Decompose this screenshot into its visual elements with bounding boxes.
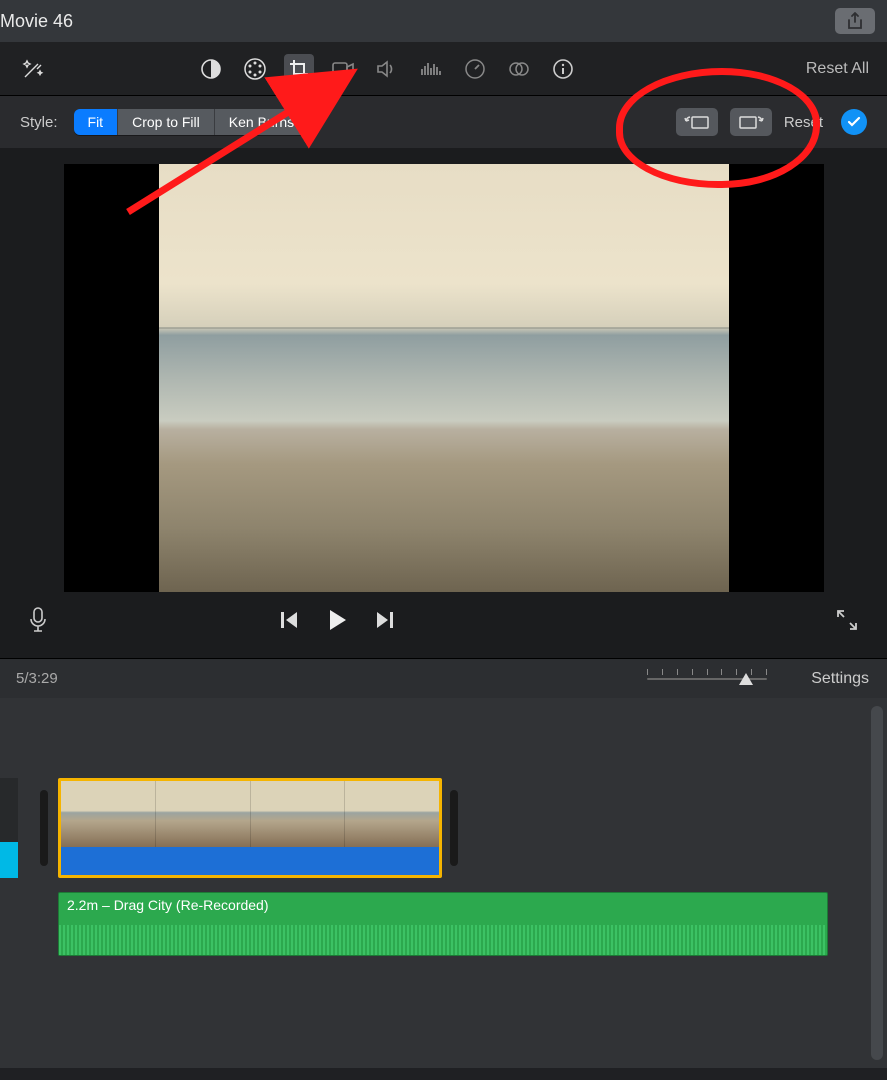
style-crop-to-fill-button[interactable]: Crop to Fill — [118, 109, 215, 135]
volume-button[interactable] — [372, 54, 402, 84]
audio-clip-label: 2.2m – Drag City (Re-Recorded) — [67, 897, 269, 913]
share-button[interactable] — [835, 8, 875, 34]
equalizer-icon — [419, 59, 443, 79]
audio-waveform — [59, 925, 827, 955]
project-title: Movie 46 — [0, 11, 73, 32]
project-duration: 3:29 — [29, 670, 58, 687]
check-icon — [847, 115, 861, 129]
fullscreen-button[interactable] — [835, 608, 859, 632]
titlebar: Movie 46 — [0, 0, 887, 42]
adjust-toolbar: Reset All — [0, 42, 887, 96]
style-ken-burns-button[interactable]: Ken Burns — [215, 109, 308, 135]
clip-filter-button[interactable] — [504, 54, 534, 84]
voiceover-button[interactable] — [28, 606, 48, 634]
style-segments: Fit Crop to Fill Ken Burns — [74, 109, 309, 135]
stabilization-button[interactable] — [328, 54, 358, 84]
magic-wand-icon — [20, 56, 46, 82]
playhead-position: 5 — [16, 670, 24, 687]
style-label: Style: — [20, 114, 58, 131]
info-icon — [552, 58, 574, 80]
rotate-ccw-button[interactable] — [676, 108, 718, 136]
skip-back-icon — [278, 609, 300, 631]
magic-wand-button[interactable] — [18, 54, 48, 84]
microphone-icon — [28, 606, 48, 634]
reset-all-button[interactable]: Reset All — [806, 60, 869, 78]
crop-icon — [288, 58, 310, 80]
reset-crop-button[interactable]: Reset — [784, 114, 823, 131]
apply-button[interactable] — [841, 109, 867, 135]
track-header-indicator — [0, 842, 18, 878]
volume-icon — [375, 59, 399, 79]
clip-trim-handle-right[interactable] — [450, 790, 458, 866]
next-button[interactable] — [374, 609, 396, 631]
zoom-thumb[interactable] — [739, 673, 753, 685]
color-correction-button[interactable] — [240, 54, 270, 84]
clip-thumb — [156, 781, 251, 847]
video-preview — [159, 164, 729, 592]
clip-audio-strip — [61, 847, 439, 875]
prev-button[interactable] — [278, 609, 300, 631]
rotate-cw-button[interactable] — [730, 108, 772, 136]
skip-forward-icon — [374, 609, 396, 631]
video-track[interactable] — [58, 778, 887, 882]
clip-info-button[interactable] — [548, 54, 578, 84]
share-icon — [847, 12, 863, 30]
speed-icon — [464, 58, 486, 80]
contrast-icon — [200, 58, 222, 80]
play-button[interactable] — [324, 607, 350, 633]
camera-icon — [331, 59, 355, 79]
style-fit-button[interactable]: Fit — [74, 109, 119, 135]
clip-thumb — [345, 781, 439, 847]
timeline[interactable]: 2.2m – Drag City (Re-Recorded) — [0, 698, 887, 1068]
overlap-icon — [507, 59, 531, 79]
clip-trim-handle-left[interactable] — [40, 790, 48, 866]
time-bar: 5 / 3:29 Settings — [0, 658, 887, 698]
timeline-scrollbar[interactable] — [871, 706, 883, 1060]
rotate-ccw-icon — [684, 113, 710, 131]
rotate-cw-icon — [738, 113, 764, 131]
timeline-settings-button[interactable]: Settings — [811, 670, 869, 688]
video-clip[interactable] — [58, 778, 442, 878]
preview-decoration — [159, 327, 729, 329]
crop-button[interactable] — [284, 54, 314, 84]
clip-thumb — [61, 781, 156, 847]
audio-clip[interactable]: 2.2m – Drag City (Re-Recorded) — [58, 892, 828, 956]
clip-thumbnails — [61, 781, 439, 847]
speed-button[interactable] — [460, 54, 490, 84]
crop-style-bar: Style: Fit Crop to Fill Ken Burns Reset — [0, 96, 887, 148]
color-palette-icon — [243, 57, 267, 81]
clip-thumb — [251, 781, 346, 847]
noise-reduction-button[interactable] — [416, 54, 446, 84]
viewer-panel — [0, 148, 887, 658]
transport-bar — [0, 592, 887, 648]
zoom-slider[interactable] — [647, 677, 767, 681]
color-balance-button[interactable] — [196, 54, 226, 84]
play-icon — [324, 607, 350, 633]
expand-icon — [835, 608, 859, 632]
video-frame[interactable] — [64, 164, 824, 592]
